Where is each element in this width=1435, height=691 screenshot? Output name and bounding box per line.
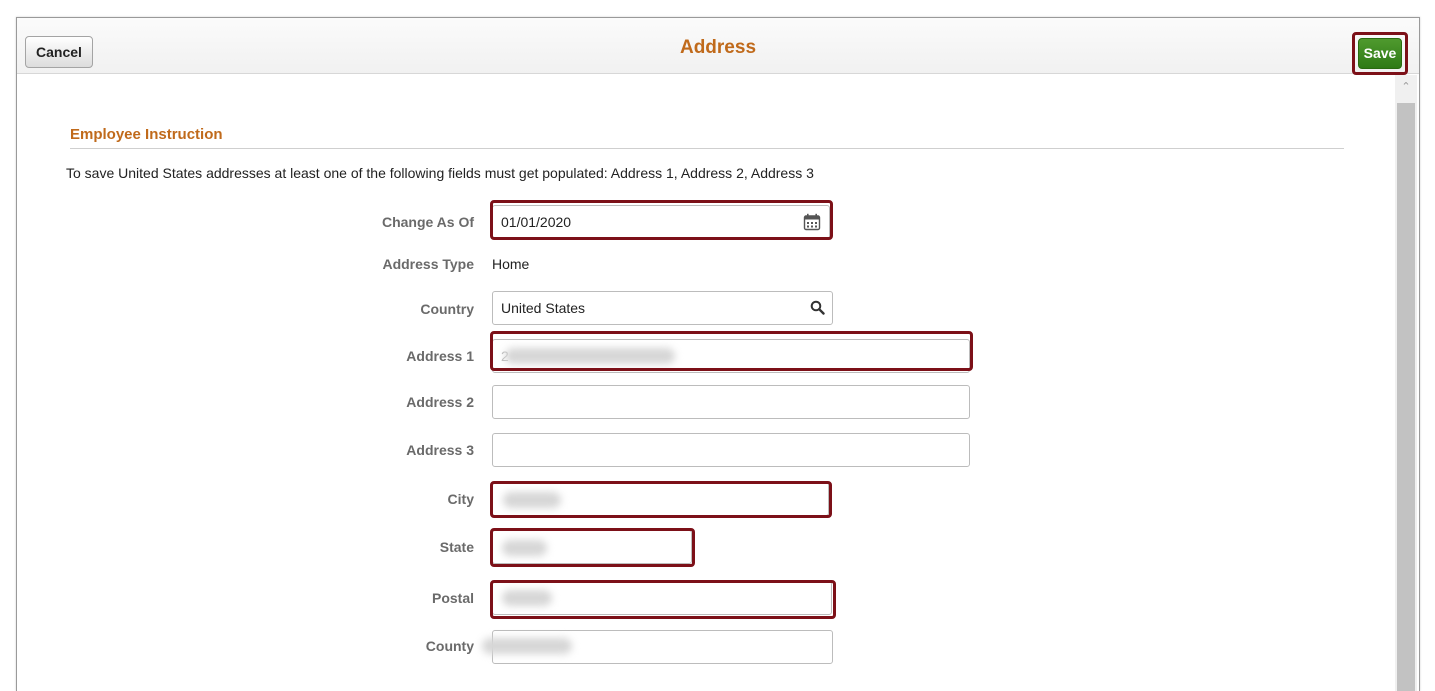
postal-highlight — [490, 580, 836, 619]
county-label: County — [425, 638, 474, 654]
section-title: Employee Instruction — [70, 126, 223, 143]
county-redacted — [482, 638, 572, 654]
city-highlight — [490, 481, 832, 518]
scrollbar-thumb[interactable] — [1397, 103, 1415, 691]
change-as-of-label: Change As Of — [381, 214, 474, 230]
state-highlight — [490, 528, 695, 567]
state-label: State — [439, 539, 474, 555]
save-button[interactable]: Save — [1358, 38, 1402, 69]
address3-label: Address 3 — [406, 442, 474, 458]
address1-highlight — [490, 331, 973, 371]
save-highlight: Save — [1352, 32, 1408, 75]
address1-label: Address 1 — [406, 348, 474, 364]
change-as-of-highlight — [490, 200, 833, 240]
page-title: Address — [679, 37, 757, 58]
search-icon[interactable] — [810, 300, 825, 315]
dialog-header: Cancel Address Save — [17, 18, 1419, 75]
country-label: Country — [420, 301, 474, 317]
postal-label: Postal — [431, 590, 474, 606]
address3-field[interactable] — [492, 433, 970, 467]
address-dialog: Cancel Address Save ⌃ Employee Instructi… — [16, 17, 1420, 691]
address2-field[interactable] — [492, 385, 970, 419]
country-value: United States — [501, 300, 586, 316]
chevron-up-icon[interactable]: ⌃ — [1395, 77, 1417, 97]
address-type-value: Home — [492, 256, 530, 272]
vertical-scrollbar[interactable]: ⌃ — [1395, 75, 1417, 691]
country-field[interactable]: United States — [492, 291, 833, 325]
instruction-text: To save United States addresses at least… — [66, 165, 814, 181]
address2-label: Address 2 — [406, 394, 474, 410]
section-divider — [70, 148, 1344, 149]
city-label: City — [447, 491, 474, 507]
address-type-label: Address Type — [382, 256, 474, 272]
